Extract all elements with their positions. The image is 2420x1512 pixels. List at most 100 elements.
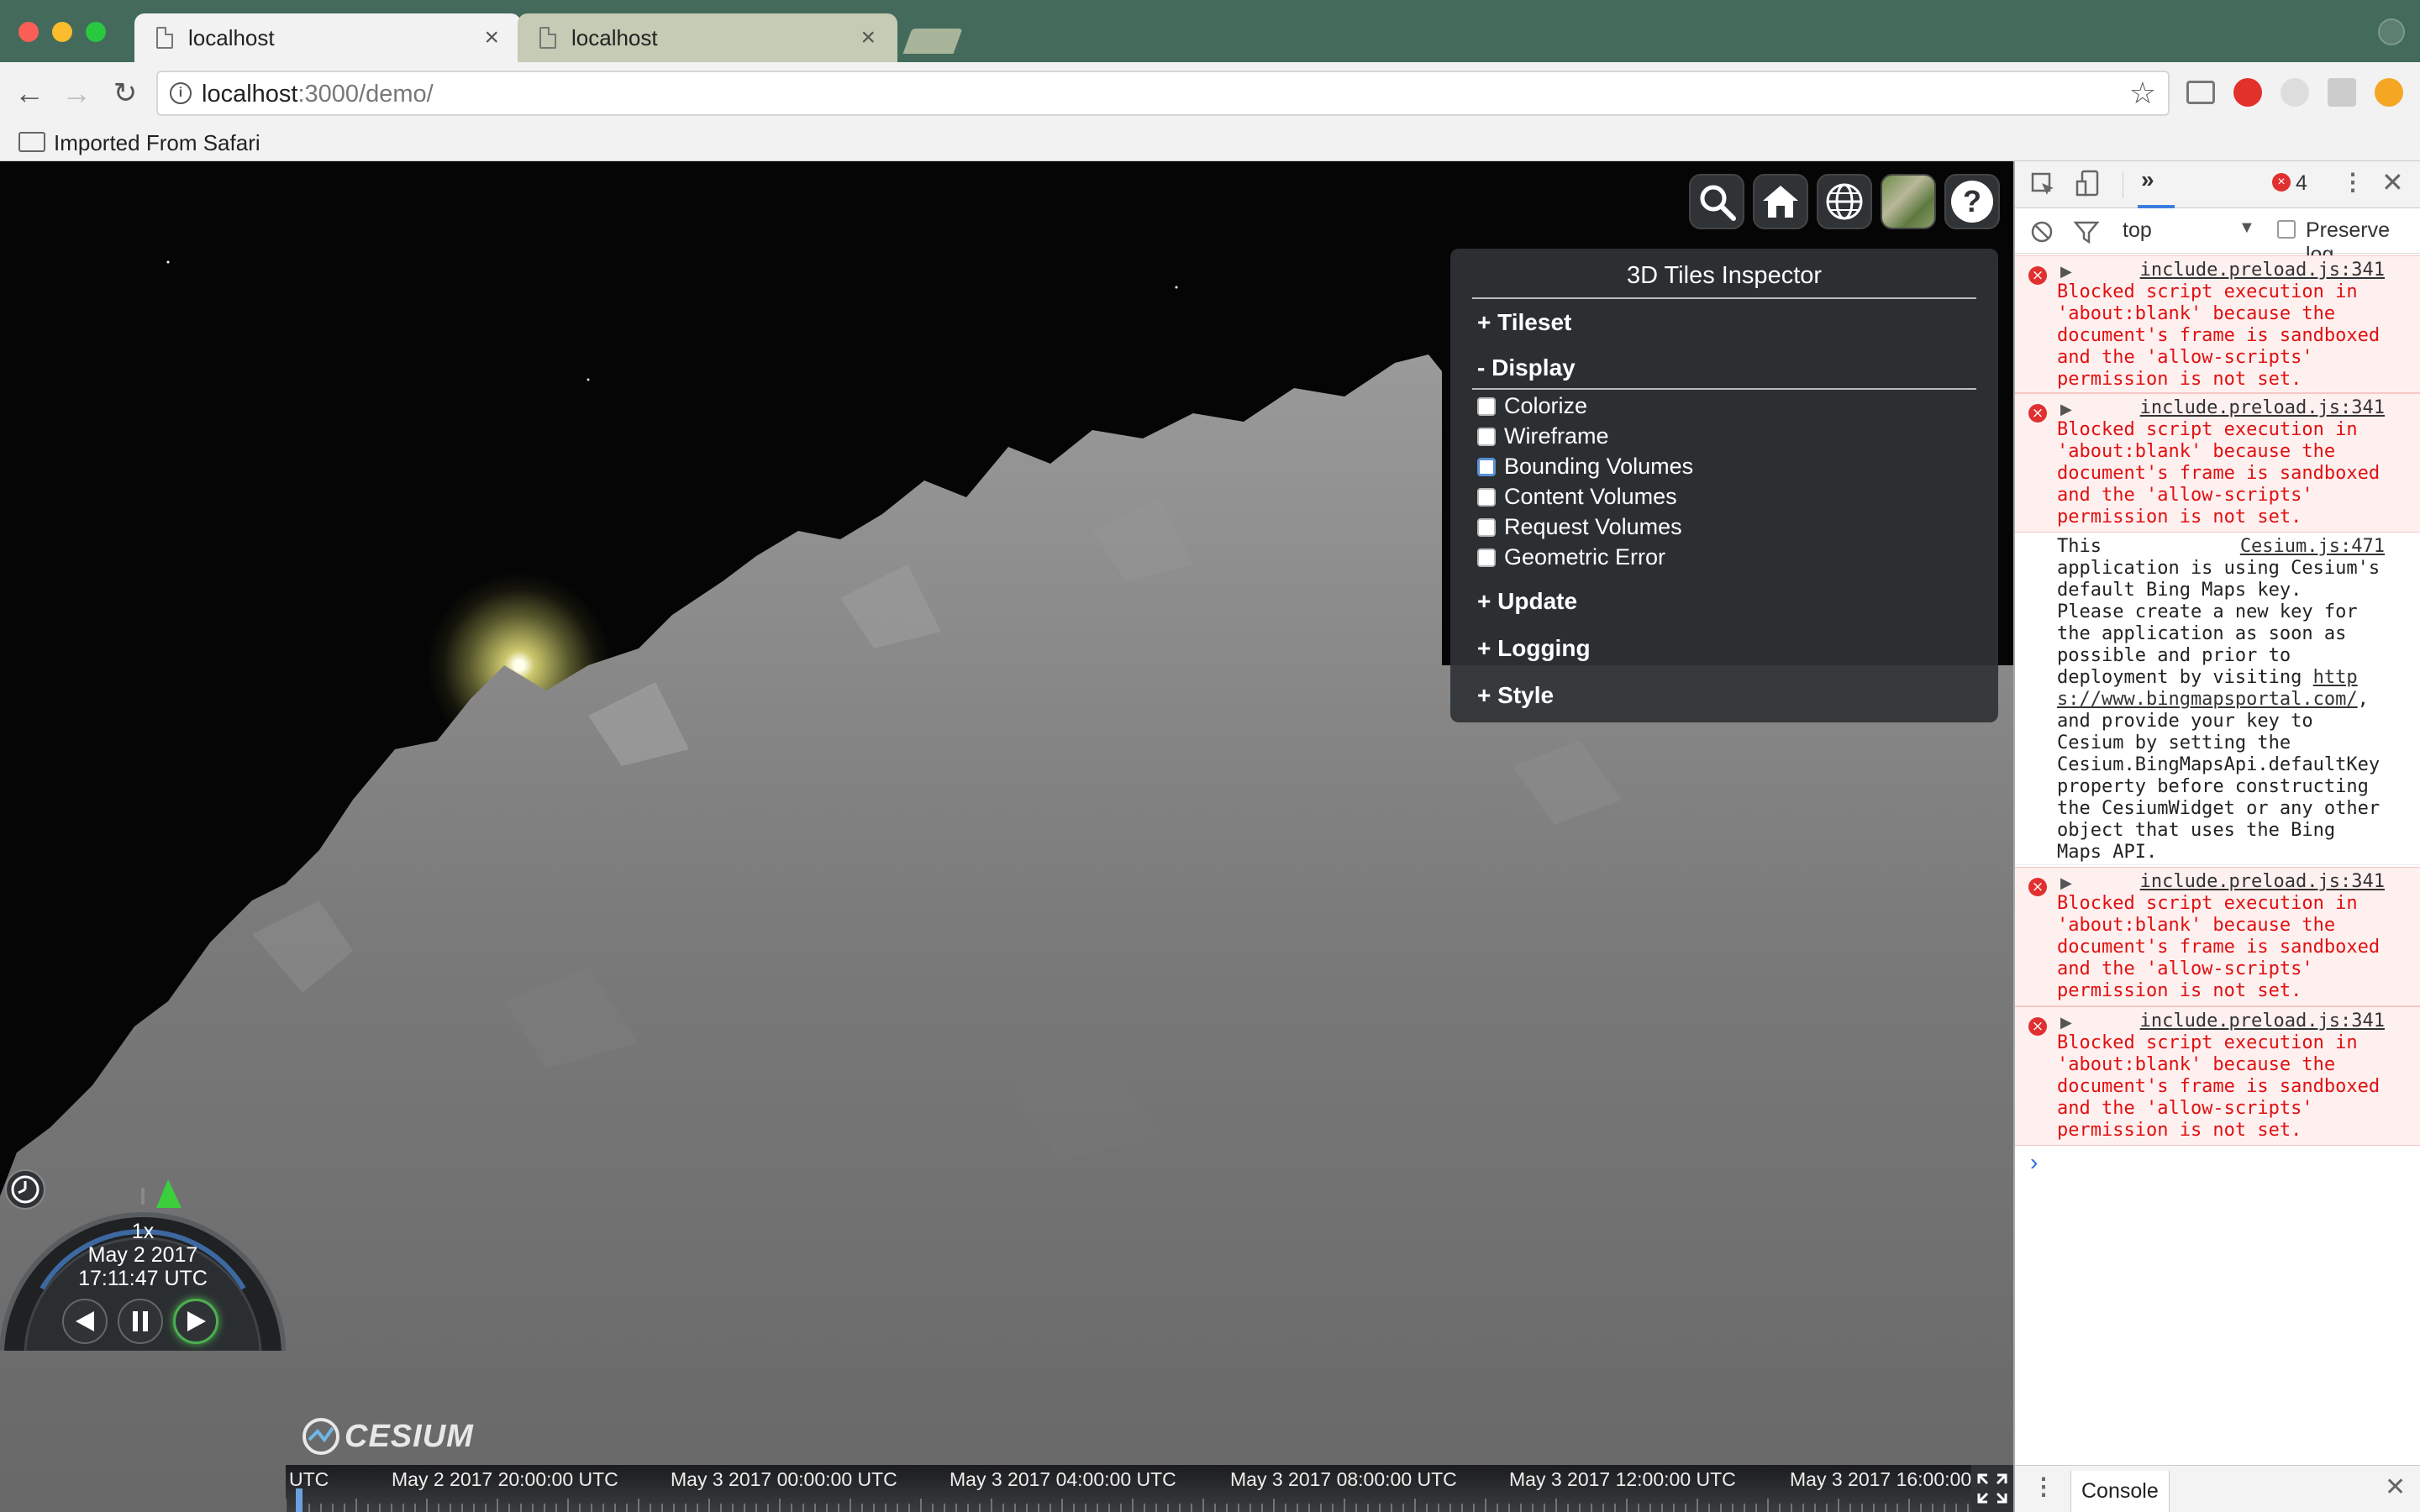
scene-mode-button[interactable] [1817,174,1872,229]
bookmarks-bar: Imported From Safari [0,124,2420,161]
tab-active[interactable]: localhost × [134,13,521,62]
bookmark-star-icon[interactable]: ☆ [2129,76,2156,111]
bookmark-folder-imported[interactable]: Imported From Safari [54,130,260,156]
timeline-ticks [286,1499,1969,1512]
close-devtools-icon[interactable]: ✕ [2381,166,2404,198]
forward-button[interactable]: → [59,76,94,111]
back-button[interactable]: ← [12,76,47,111]
close-window-button[interactable] [18,22,39,42]
error-count[interactable]: 4 [2296,171,2307,196]
section-tileset[interactable]: + Tileset [1477,309,1571,336]
timeline[interactable]: UTC May 2 2017 20:00:00 UTC May 3 2017 0… [286,1465,1971,1512]
navigation-help-button[interactable]: ? [1944,174,2000,229]
extension-shield-icon[interactable] [2281,78,2309,107]
more-tabs-icon[interactable]: » [2141,166,2154,193]
console-log-message[interactable]: Cesium.js:471 This application is using … [2015,533,2420,865]
option-bounding-volumes[interactable]: Bounding Volumes [1477,454,1693,480]
expand-arrow-icon[interactable]: ▶ [2060,261,2072,283]
drawer-tab-console[interactable]: Console [2070,1471,2170,1512]
context-selector[interactable]: top [2123,218,2152,243]
maximize-window-button[interactable] [86,22,106,42]
source-link[interactable]: include.preload.js:341 [2140,397,2385,419]
help-icon: ? [1951,181,1993,223]
source-link[interactable]: include.preload.js:341 [2140,260,2385,281]
geocoder-search-button[interactable] [1689,174,1744,229]
new-tab-button[interactable] [902,29,963,54]
close-tab-icon[interactable]: × [860,24,876,52]
option-wireframe[interactable]: Wireframe [1477,423,1609,449]
minimize-window-button[interactable] [52,22,72,42]
option-content-volumes[interactable]: Content Volumes [1477,484,1677,510]
content-volumes-checkbox[interactable] [1477,487,1496,507]
fullscreen-icon [1977,1473,2007,1504]
option-geometric-error[interactable]: Geometric Error [1477,544,1665,570]
console-error-message[interactable]: × ▶ include.preload.js:341 Blocked scrip… [2015,255,2420,393]
page-icon [156,27,173,49]
expand-arrow-icon[interactable]: ▶ [2060,1012,2072,1034]
section-display[interactable]: - Display [1477,354,1576,381]
extension-opera-icon[interactable] [2233,78,2262,107]
filter-icon[interactable] [2074,220,2099,244]
expand-arrow-icon[interactable]: ▶ [2060,399,2072,421]
customize-menu-icon[interactable]: ⋮ [2341,168,2365,196]
context-dropdown-icon[interactable]: ▼ [2238,218,2255,238]
expand-arrow-icon[interactable]: ▶ [2060,873,2072,895]
geometric-error-checkbox[interactable] [1477,548,1496,567]
clear-console-icon[interactable] [2030,220,2054,244]
speed-shuttle-knob [156,1179,182,1208]
console-error-message[interactable]: × ▶ include.preload.js:341 Blocked scrip… [2015,867,2420,1006]
home-button[interactable] [1753,174,1808,229]
section-style[interactable]: + Style [1477,682,1554,709]
inspector-title: 3D Tiles Inspector [1626,262,1823,289]
update-icon[interactable] [2375,78,2403,107]
error-badge-icon[interactable]: × [2272,173,2291,192]
profile-icon[interactable] [2378,18,2405,45]
fullscreen-button[interactable] [1971,1465,2013,1512]
close-tab-icon[interactable]: × [484,24,499,52]
console-error-message[interactable]: × ▶ include.preload.js:341 Blocked scrip… [2015,1006,2420,1146]
message-text: This application is using Cesium's defau… [2057,536,2381,863]
tab-title: localhost [571,24,658,50]
devtools-panel: » × 4 ⋮ ✕ top ▼ Preserve log × ▶ include… [2013,161,2420,1512]
extension-drive-icon[interactable] [2328,78,2356,107]
console-prompt[interactable]: › [2030,1149,2038,1176]
option-request-volumes[interactable]: Request Volumes [1477,514,1682,540]
inspect-element-icon[interactable] [2030,171,2057,198]
timeline-needle[interactable] [296,1488,302,1512]
console-error-message[interactable]: × ▶ include.preload.js:341 Blocked scrip… [2015,393,2420,533]
devtools-toolbar: » × 4 ⋮ ✕ [2015,161,2420,208]
message-text: Blocked script execution in 'about:blank… [2057,893,2381,1001]
site-info-icon[interactable]: i [170,82,192,104]
home-icon [1763,186,1798,218]
svg-text:?: ? [1963,184,1981,218]
cesium-credit-logo[interactable]: CESIUM [301,1416,474,1457]
pause-button[interactable] [118,1299,163,1344]
clock-icon[interactable] [5,1169,45,1210]
pause-icon [133,1311,148,1331]
section-logging[interactable]: + Logging [1477,635,1591,662]
option-colorize[interactable]: Colorize [1477,393,1587,419]
cesium-viewer[interactable]: ? 3D Tiles Inspector + Tileset - Display… [0,161,2013,1512]
globe-icon [1826,183,1863,220]
source-link[interactable]: include.preload.js:341 [2140,1011,2385,1032]
tab-inactive[interactable]: localhost × [518,13,897,62]
request-volumes-checkbox[interactable] [1477,517,1496,537]
preserve-log-checkbox[interactable] [2277,220,2296,239]
play-reverse-button[interactable] [62,1299,108,1344]
error-icon: × [2028,404,2047,423]
section-update[interactable]: + Update [1477,588,1577,615]
reload-button[interactable]: ↻ [108,76,143,111]
device-toolbar-icon[interactable] [2075,170,2102,198]
play-reverse-icon [76,1311,94,1331]
drawer-menu-icon[interactable]: ⋮ [2032,1473,2055,1500]
wireframe-checkbox[interactable] [1477,427,1496,446]
address-bar[interactable]: i localhost:3000/demo/ ☆ [156,71,2170,116]
error-icon: × [2028,266,2047,285]
cast-icon[interactable] [2186,81,2215,104]
close-drawer-icon[interactable]: ✕ [2385,1473,2406,1502]
bounding-volumes-checkbox[interactable] [1477,457,1496,476]
source-link[interactable]: include.preload.js:341 [2140,871,2385,893]
base-layer-picker-button[interactable] [1881,174,1936,229]
play-forward-button[interactable] [173,1299,218,1344]
colorize-checkbox[interactable] [1477,396,1496,416]
